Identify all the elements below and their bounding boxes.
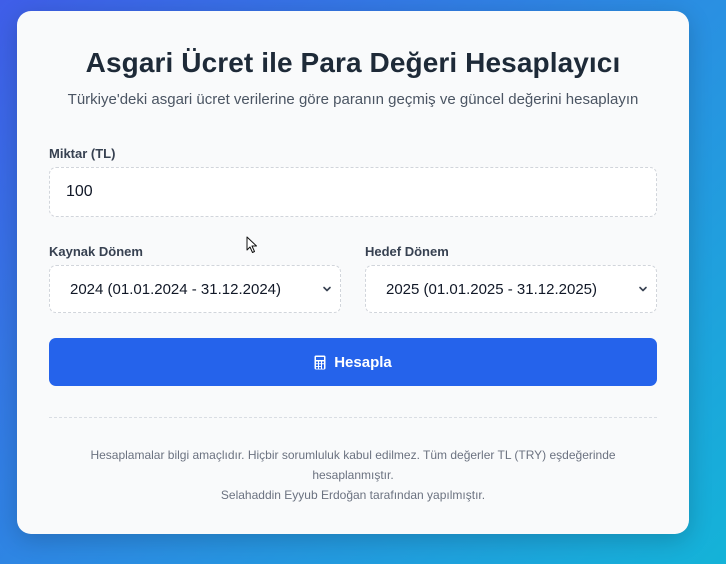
disclaimer-text: Hesaplamalar bilgi amaçlıdır. Hiçbir sor… — [90, 448, 616, 482]
calculator-icon — [314, 355, 326, 369]
footer: Hesaplamalar bilgi amaçlıdır. Hiçbir sor… — [49, 445, 657, 505]
calculate-button[interactable]: Hesapla — [49, 338, 657, 386]
amount-label: Miktar (TL) — [49, 146, 116, 161]
chevron-down-icon — [639, 286, 647, 292]
calculate-button-label: Hesapla — [334, 353, 392, 371]
target-period-label: Hedef Dönem — [365, 244, 449, 259]
chevron-down-icon — [323, 286, 331, 292]
amount-input[interactable] — [49, 167, 657, 217]
mouse-pointer-icon — [246, 236, 257, 253]
divider — [49, 417, 657, 418]
calculator-card: Asgari Ücret ile Para Değeri Hesaplayıcı… — [17, 11, 689, 534]
source-period-value: 2024 (01.01.2024 - 31.12.2024) — [70, 280, 282, 298]
page-title: Asgari Ücret ile Para Değeri Hesaplayıcı — [85, 47, 621, 78]
page-subtitle: Türkiye'deki asgari ücret verilerine gör… — [67, 91, 639, 108]
source-period-label: Kaynak Dönem — [49, 244, 143, 259]
credit-text: Selahaddin Eyyub Erdoğan tarafından yapı… — [220, 488, 486, 502]
target-period-value: 2025 (01.01.2025 - 31.12.2025) — [386, 280, 598, 298]
target-period-select[interactable]: 2025 (01.01.2025 - 31.12.2025) — [365, 265, 657, 313]
source-period-select[interactable]: 2024 (01.01.2024 - 31.12.2024) — [49, 265, 341, 313]
